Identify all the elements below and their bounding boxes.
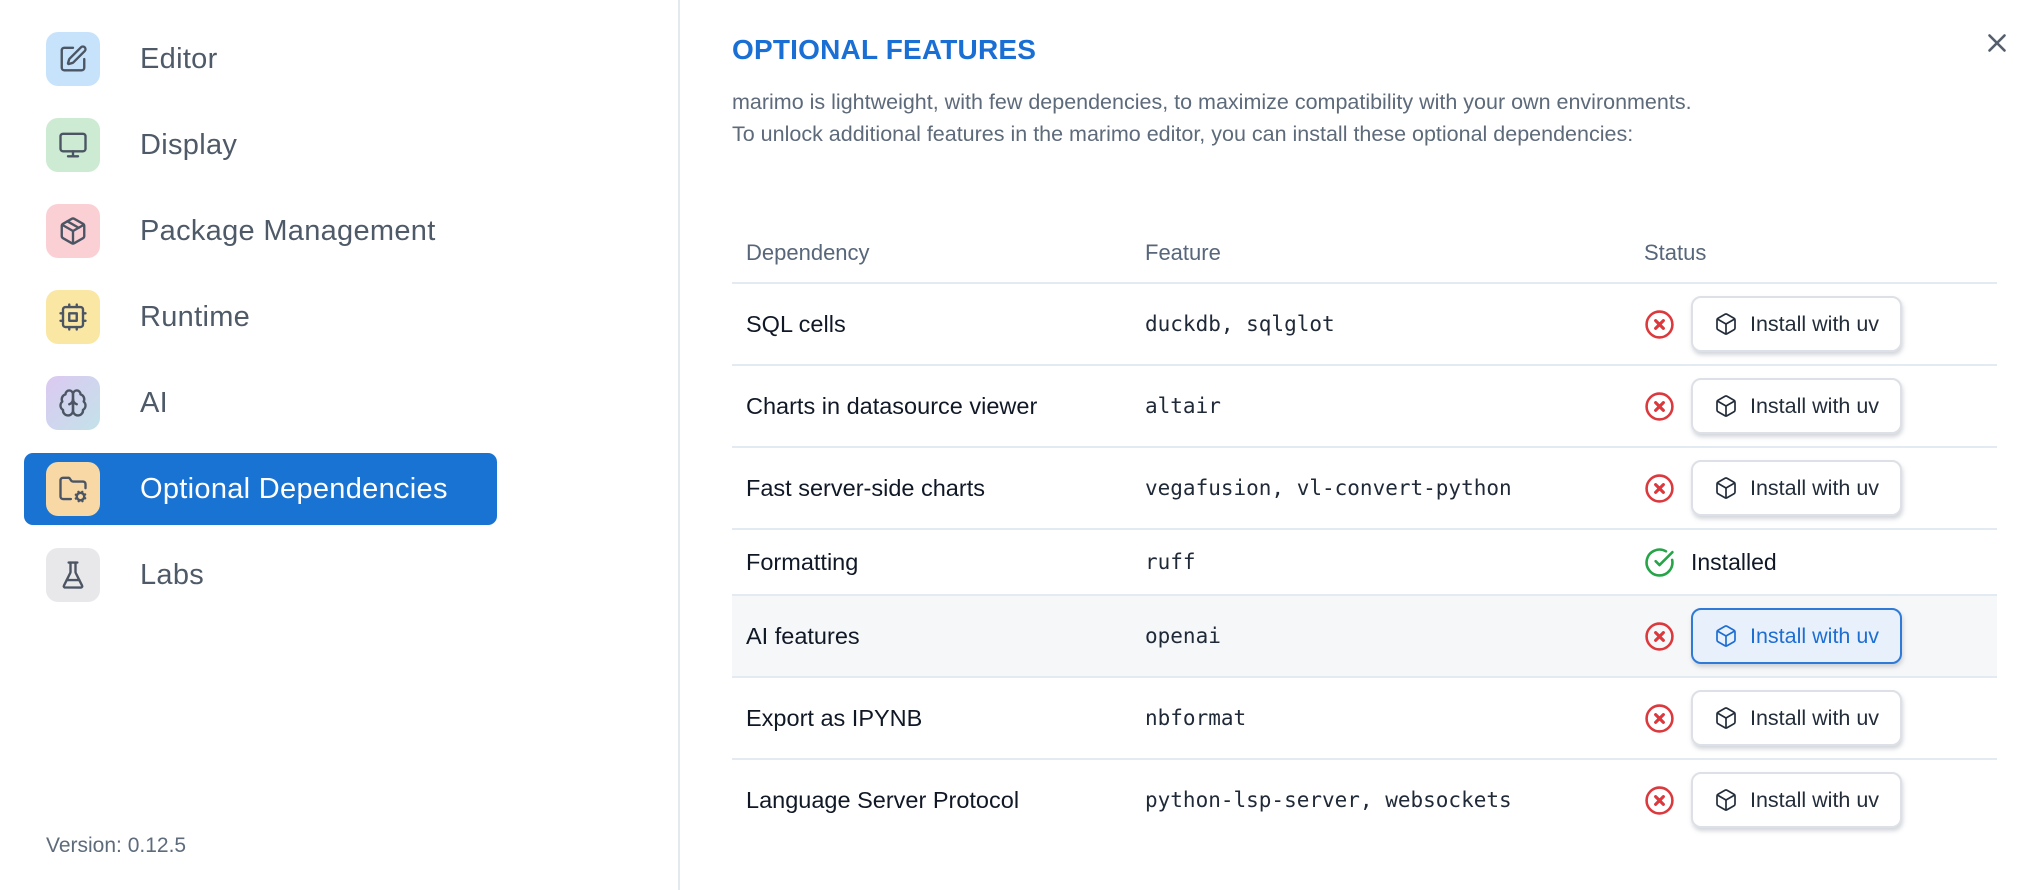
table-header: Dependency Feature Status [732, 224, 1997, 282]
box-icon [1716, 477, 1736, 499]
column-header-status: Status [1644, 240, 1707, 265]
sidebar-item-label: Runtime [140, 300, 251, 333]
install-with-uv-button[interactable]: Install with uv [1691, 690, 1903, 746]
optional-features-panel: OPTIONAL FEATURES marimo is lightweight,… [682, 0, 2042, 890]
install-button-label: Install with uv [1750, 705, 1880, 730]
sidebar-item-package-management[interactable]: Package Management [24, 195, 497, 267]
feature-packages: duckdb, sqlglot [1145, 312, 1335, 336]
package-icon [46, 204, 100, 258]
install-with-uv-button[interactable]: Install with uv [1691, 460, 1903, 516]
version-label: Version: 0.12.5 [46, 834, 187, 857]
table-row: SQL cells duckdb, sqlglot Install with u… [732, 282, 1997, 364]
table-row: Formatting ruff Installed [732, 528, 1997, 594]
folder-cog-icon [46, 462, 100, 516]
dependency-name: Fast server-side charts [746, 474, 985, 501]
not-installed-icon [1644, 621, 1675, 652]
install-button-label: Install with uv [1750, 623, 1880, 648]
dependency-name: AI features [746, 622, 860, 649]
box-icon [1716, 789, 1736, 811]
feature-packages: ruff [1145, 550, 1196, 574]
column-header-dependency: Dependency [746, 240, 870, 265]
dependency-name: Charts in datasource viewer [746, 392, 1038, 419]
description-line: marimo is lightweight, with few dependen… [732, 90, 1692, 114]
sidebar-item-label: AI [140, 386, 168, 419]
box-icon [1716, 313, 1736, 335]
install-with-uv-button[interactable]: Install with uv [1691, 378, 1903, 434]
sidebar-item-label: Editor [140, 42, 218, 75]
feature-packages: openai [1145, 624, 1221, 648]
brain-icon [46, 376, 100, 430]
settings-sidebar: Editor Display Package Management Runtim… [0, 0, 680, 890]
table-row: Export as IPYNB nbformat Install with uv [732, 676, 1997, 758]
install-button-label: Install with uv [1750, 475, 1880, 500]
cpu-icon [46, 290, 100, 344]
install-button-label: Install with uv [1750, 393, 1880, 418]
box-icon [1716, 707, 1736, 729]
install-with-uv-button[interactable]: Install with uv [1691, 772, 1903, 828]
dependency-name: Export as IPYNB [746, 704, 923, 731]
install-with-uv-button[interactable]: Install with uv [1691, 608, 1903, 664]
panel-description: marimo is lightweight, with few dependen… [732, 87, 1997, 150]
sidebar-item-label: Package Management [140, 214, 436, 247]
sidebar-item-label: Labs [140, 558, 205, 591]
install-button-label: Install with uv [1750, 311, 1880, 336]
box-icon [1716, 625, 1736, 647]
feature-packages: nbformat [1145, 706, 1247, 730]
sidebar-item-runtime[interactable]: Runtime [24, 281, 497, 353]
feature-packages: vegafusion, vl-convert-python [1145, 476, 1512, 500]
feature-packages: python-lsp-server, websockets [1145, 788, 1512, 812]
monitor-icon [46, 118, 100, 172]
feature-packages: altair [1145, 394, 1221, 418]
table-row: Charts in datasource viewer altair Insta… [732, 364, 1997, 446]
page-title: OPTIONAL FEATURES [732, 34, 1037, 65]
sidebar-nav: Editor Display Package Management Runtim… [24, 23, 497, 625]
table-row: Fast server-side charts vegafusion, vl-c… [732, 446, 1997, 528]
sidebar-item-editor[interactable]: Editor [24, 23, 497, 95]
sidebar-item-label: Display [140, 128, 238, 161]
description-line: To unlock additional features in the mar… [732, 121, 1634, 146]
not-installed-icon [1644, 785, 1675, 816]
install-with-uv-button[interactable]: Install with uv [1691, 296, 1903, 352]
sidebar-item-label: Optional Dependencies [140, 472, 448, 505]
flask-icon [46, 548, 100, 602]
table-row: Language Server Protocol python-lsp-serv… [732, 758, 1997, 840]
not-installed-icon [1644, 391, 1675, 422]
box-icon [1716, 395, 1736, 417]
table-row: AI features openai Install with uv [732, 594, 1997, 676]
dependency-name: SQL cells [746, 310, 846, 337]
not-installed-icon [1644, 703, 1675, 734]
sidebar-item-ai[interactable]: AI [24, 367, 497, 439]
dependencies-table: Dependency Feature Status SQL cells duck… [732, 224, 1997, 840]
sidebar-item-display[interactable]: Display [24, 109, 497, 181]
installed-check-icon [1644, 547, 1675, 578]
close-icon[interactable] [1976, 22, 2018, 64]
dependency-name: Language Server Protocol [746, 786, 1020, 813]
not-installed-icon [1644, 473, 1675, 504]
dependency-name: Formatting [746, 548, 859, 575]
sidebar-item-optional-dependencies[interactable]: Optional Dependencies [24, 453, 497, 525]
settings-dialog: Editor Display Package Management Runtim… [0, 0, 2042, 890]
column-header-feature: Feature [1145, 240, 1221, 265]
installed-status-label: Installed [1691, 548, 1777, 575]
edit-icon [46, 32, 100, 86]
not-installed-icon [1644, 309, 1675, 340]
sidebar-item-labs[interactable]: Labs [24, 539, 497, 611]
install-button-label: Install with uv [1750, 787, 1880, 812]
